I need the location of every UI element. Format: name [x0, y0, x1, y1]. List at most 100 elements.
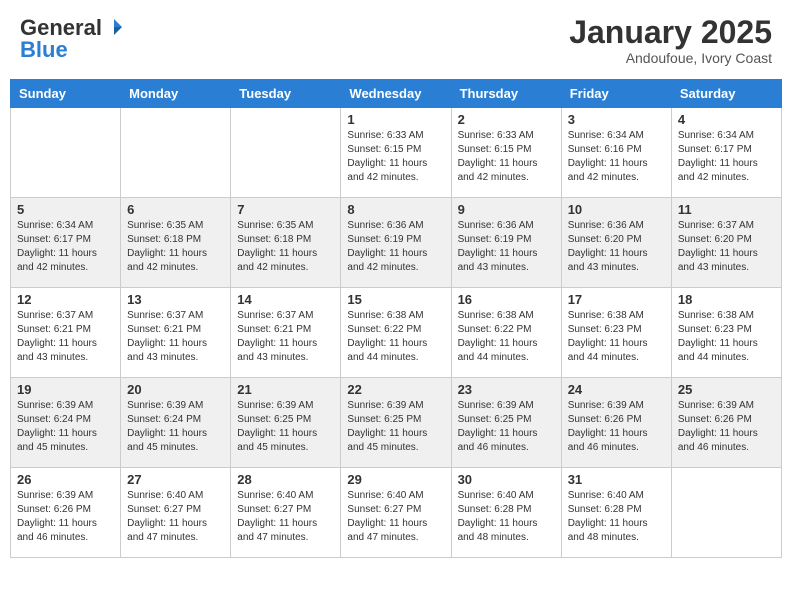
day-info: Sunrise: 6:39 AM Sunset: 6:25 PM Dayligh…	[237, 399, 334, 455]
day-info: Sunrise: 6:39 AM Sunset: 6:26 PM Dayligh…	[17, 489, 114, 545]
day-number: 15	[347, 292, 444, 307]
day-number: 24	[568, 382, 665, 397]
calendar-cell: 10 Sunrise: 6:36 AM Sunset: 6:20 PM Dayli…	[561, 198, 671, 288]
day-info: Sunrise: 6:38 AM Sunset: 6:22 PM Dayligh…	[458, 309, 555, 365]
calendar-cell: 14 Sunrise: 6:37 AM Sunset: 6:21 PM Dayli…	[231, 288, 341, 378]
day-number: 1	[347, 112, 444, 127]
calendar-cell: 26Sunrise: 6:39 AM Sunset: 6:26 PM Dayli…	[11, 468, 121, 558]
day-info: Sunrise: 6:40 AM Sunset: 6:28 PM Dayligh…	[458, 489, 555, 545]
calendar-cell: 18 Sunrise: 6:38 AM Sunset: 6:23 PM Dayli…	[671, 288, 781, 378]
day-info: Sunrise: 6:38 AM Sunset: 6:23 PM Dayligh…	[568, 309, 665, 365]
calendar-cell: 22 Sunrise: 6:39 AM Sunset: 6:25 PM Dayli…	[341, 378, 451, 468]
week-row-2: 5 Sunrise: 6:34 AM Sunset: 6:17 PM Daylig…	[11, 198, 782, 288]
day-info: Sunrise: 6:36 AM Sunset: 6:19 PM Dayligh…	[458, 219, 555, 275]
day-number: 31	[568, 472, 665, 487]
day-number: 4	[678, 112, 775, 127]
day-number: 28	[237, 472, 334, 487]
day-number: 29	[347, 472, 444, 487]
week-row-1: 1 Sunrise: 6:33 AM Sunset: 6:15 PM Daylig…	[11, 108, 782, 198]
day-number: 21	[237, 382, 334, 397]
calendar-cell: 3 Sunrise: 6:34 AM Sunset: 6:16 PM Daylig…	[561, 108, 671, 198]
week-row-5: 26Sunrise: 6:39 AM Sunset: 6:26 PM Dayli…	[11, 468, 782, 558]
calendar-cell: 15 Sunrise: 6:38 AM Sunset: 6:22 PM Dayli…	[341, 288, 451, 378]
day-number: 8	[347, 202, 444, 217]
calendar-cell: 13 Sunrise: 6:37 AM Sunset: 6:21 PM Dayli…	[121, 288, 231, 378]
day-info: Sunrise: 6:36 AM Sunset: 6:19 PM Dayligh…	[347, 219, 444, 275]
day-info: Sunrise: 6:34 AM Sunset: 6:16 PM Dayligh…	[568, 129, 665, 185]
day-info: Sunrise: 6:34 AM Sunset: 6:17 PM Dayligh…	[17, 219, 114, 275]
calendar-cell	[231, 108, 341, 198]
calendar-cell: 30Sunrise: 6:40 AM Sunset: 6:28 PM Dayli…	[451, 468, 561, 558]
day-info: Sunrise: 6:37 AM Sunset: 6:20 PM Dayligh…	[678, 219, 775, 275]
day-number: 10	[568, 202, 665, 217]
day-info: Sunrise: 6:37 AM Sunset: 6:21 PM Dayligh…	[127, 309, 224, 365]
day-info: Sunrise: 6:33 AM Sunset: 6:15 PM Dayligh…	[458, 129, 555, 185]
day-number: 18	[678, 292, 775, 307]
day-number: 23	[458, 382, 555, 397]
header-friday: Friday	[561, 80, 671, 108]
day-info: Sunrise: 6:38 AM Sunset: 6:23 PM Dayligh…	[678, 309, 775, 365]
header-sunday: Sunday	[11, 80, 121, 108]
title-section: January 2025 Andoufoue, Ivory Coast	[569, 15, 772, 66]
header-saturday: Saturday	[671, 80, 781, 108]
day-number: 3	[568, 112, 665, 127]
calendar-cell: 11 Sunrise: 6:37 AM Sunset: 6:20 PM Dayli…	[671, 198, 781, 288]
day-number: 11	[678, 202, 775, 217]
week-row-3: 12Sunrise: 6:37 AM Sunset: 6:21 PM Dayli…	[11, 288, 782, 378]
day-info: Sunrise: 6:40 AM Sunset: 6:27 PM Dayligh…	[237, 489, 334, 545]
day-number: 2	[458, 112, 555, 127]
calendar-cell: 7Sunrise: 6:35 AM Sunset: 6:18 PM Daylig…	[231, 198, 341, 288]
day-info: Sunrise: 6:35 AM Sunset: 6:18 PM Dayligh…	[127, 219, 224, 275]
day-number: 16	[458, 292, 555, 307]
page-header: General Blue January 2025 Andoufoue, Ivo…	[10, 10, 782, 71]
day-number: 19	[17, 382, 114, 397]
calendar-cell: 27Sunrise: 6:40 AM Sunset: 6:27 PM Dayli…	[121, 468, 231, 558]
calendar-cell: 9 Sunrise: 6:36 AM Sunset: 6:19 PM Daylig…	[451, 198, 561, 288]
day-info: Sunrise: 6:39 AM Sunset: 6:26 PM Dayligh…	[568, 399, 665, 455]
header-thursday: Thursday	[451, 80, 561, 108]
day-info: Sunrise: 6:38 AM Sunset: 6:22 PM Dayligh…	[347, 309, 444, 365]
calendar-cell: 1 Sunrise: 6:33 AM Sunset: 6:15 PM Daylig…	[341, 108, 451, 198]
day-info: Sunrise: 6:33 AM Sunset: 6:15 PM Dayligh…	[347, 129, 444, 185]
calendar-cell: 21 Sunrise: 6:39 AM Sunset: 6:25 PM Dayli…	[231, 378, 341, 468]
day-info: Sunrise: 6:40 AM Sunset: 6:27 PM Dayligh…	[127, 489, 224, 545]
logo-blue: Blue	[20, 37, 68, 63]
calendar-cell: 20 Sunrise: 6:39 AM Sunset: 6:24 PM Dayli…	[121, 378, 231, 468]
day-number: 22	[347, 382, 444, 397]
calendar-cell: 23 Sunrise: 6:39 AM Sunset: 6:25 PM Dayli…	[451, 378, 561, 468]
day-info: Sunrise: 6:39 AM Sunset: 6:25 PM Dayligh…	[458, 399, 555, 455]
day-number: 20	[127, 382, 224, 397]
calendar-cell	[121, 108, 231, 198]
calendar-cell: 6 Sunrise: 6:35 AM Sunset: 6:18 PM Daylig…	[121, 198, 231, 288]
day-info: Sunrise: 6:39 AM Sunset: 6:26 PM Dayligh…	[678, 399, 775, 455]
day-number: 13	[127, 292, 224, 307]
day-info: Sunrise: 6:40 AM Sunset: 6:27 PM Dayligh…	[347, 489, 444, 545]
day-info: Sunrise: 6:36 AM Sunset: 6:20 PM Dayligh…	[568, 219, 665, 275]
calendar-cell: 19 Sunrise: 6:39 AM Sunset: 6:24 PM Dayli…	[11, 378, 121, 468]
day-info: Sunrise: 6:37 AM Sunset: 6:21 PM Dayligh…	[237, 309, 334, 365]
day-info: Sunrise: 6:39 AM Sunset: 6:24 PM Dayligh…	[17, 399, 114, 455]
calendar-cell: 2 Sunrise: 6:33 AM Sunset: 6:15 PM Daylig…	[451, 108, 561, 198]
calendar-cell: 16 Sunrise: 6:38 AM Sunset: 6:22 PM Dayli…	[451, 288, 561, 378]
calendar-cell: 25 Sunrise: 6:39 AM Sunset: 6:26 PM Dayli…	[671, 378, 781, 468]
location-subtitle: Andoufoue, Ivory Coast	[569, 50, 772, 66]
calendar-cell: 8 Sunrise: 6:36 AM Sunset: 6:19 PM Daylig…	[341, 198, 451, 288]
calendar-cell	[11, 108, 121, 198]
day-info: Sunrise: 6:39 AM Sunset: 6:24 PM Dayligh…	[127, 399, 224, 455]
day-number: 5	[17, 202, 114, 217]
day-number: 25	[678, 382, 775, 397]
calendar-cell: 17 Sunrise: 6:38 AM Sunset: 6:23 PM Dayli…	[561, 288, 671, 378]
day-info: Sunrise: 6:37 AM Sunset: 6:21 PM Dayligh…	[17, 309, 114, 365]
day-number: 14	[237, 292, 334, 307]
month-title: January 2025	[569, 15, 772, 50]
day-info: Sunrise: 6:39 AM Sunset: 6:25 PM Dayligh…	[347, 399, 444, 455]
day-number: 6	[127, 202, 224, 217]
day-info: Sunrise: 6:35 AM Sunset: 6:18 PM Dayligh…	[237, 219, 334, 275]
calendar-cell: 5 Sunrise: 6:34 AM Sunset: 6:17 PM Daylig…	[11, 198, 121, 288]
logo-icon	[104, 17, 124, 37]
calendar-cell: 28 Sunrise: 6:40 AM Sunset: 6:27 PM Dayli…	[231, 468, 341, 558]
week-row-4: 19 Sunrise: 6:39 AM Sunset: 6:24 PM Dayli…	[11, 378, 782, 468]
day-number: 17	[568, 292, 665, 307]
day-info: Sunrise: 6:40 AM Sunset: 6:28 PM Dayligh…	[568, 489, 665, 545]
day-number: 9	[458, 202, 555, 217]
